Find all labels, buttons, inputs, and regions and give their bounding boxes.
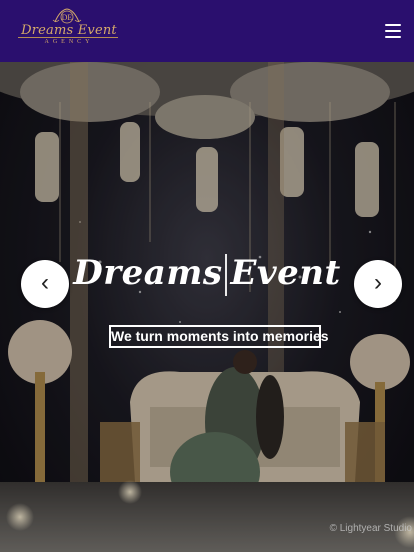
menu-bar [385,24,401,26]
monogram-letters: DE [62,13,73,22]
carousel-next-button[interactable]: › [354,260,402,308]
hamburger-menu-icon[interactable] [382,22,404,40]
slide-title-right: Event [230,253,341,293]
brand-subtitle: AGENCY [44,39,94,45]
carousel-prev-button[interactable]: ‹ [21,260,69,308]
hero-carousel: Dreams Event We turn moments into memorie… [0,62,414,552]
slide-title-left: Dreams [73,253,223,293]
slide-tagline: We turn moments into memories [109,325,329,348]
navbar: DE Dreams Event AGENCY [0,0,414,62]
hero-background-image [0,62,414,552]
brand-name: Dreams Event [21,23,117,38]
title-divider [225,254,228,296]
menu-bar [385,30,401,32]
menu-bar [385,36,401,38]
brand-logo[interactable]: DE Dreams Event AGENCY [8,6,126,56]
brand-divider [18,37,118,38]
page: DE Dreams Event AGENCY Dreams Event We t… [0,0,414,552]
photo-credit: © Lightyear Studio [329,523,412,534]
